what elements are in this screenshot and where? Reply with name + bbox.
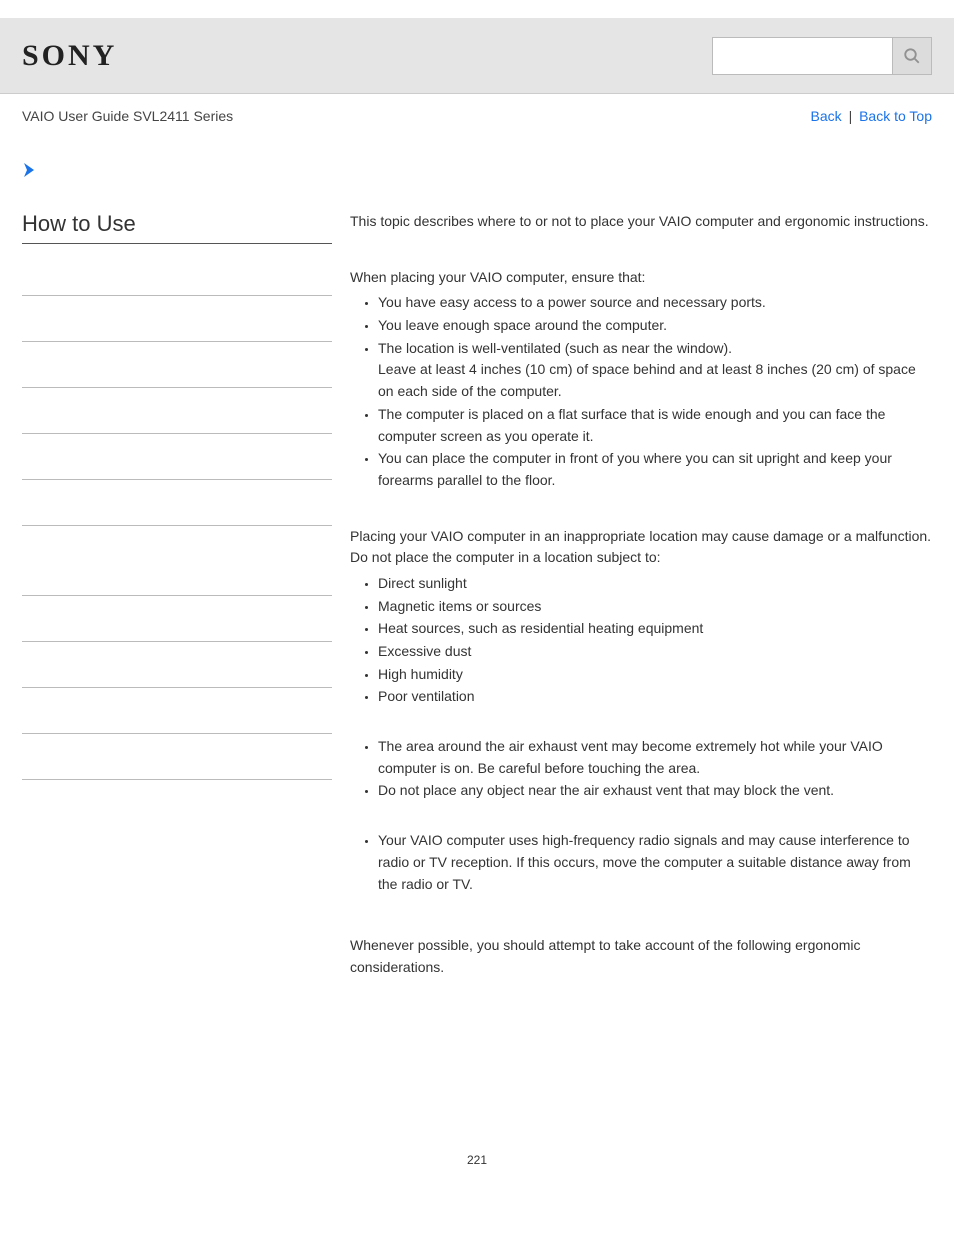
- sidebar-spacer: [22, 526, 332, 550]
- section-intro: Placing your VAIO computer in an inappro…: [350, 526, 932, 569]
- sidebar-item[interactable]: [22, 688, 332, 734]
- list-item: The computer is placed on a flat surface…: [378, 404, 932, 447]
- list-item: You have easy access to a power source a…: [378, 292, 932, 314]
- section-text: Whenever possible, you should attempt to…: [350, 935, 932, 978]
- list-item: High humidity: [378, 664, 932, 686]
- search-icon: [903, 47, 921, 65]
- page-number: 221: [0, 1153, 954, 1167]
- sidebar-nav: [22, 250, 332, 780]
- list-item: You can place the computer in front of y…: [378, 448, 932, 491]
- list-item: Your VAIO computer uses high-frequency r…: [378, 830, 932, 895]
- sub-header: VAIO User Guide SVL2411 Series Back | Ba…: [0, 94, 954, 124]
- sidebar-item[interactable]: [22, 434, 332, 480]
- sidebar-item[interactable]: [22, 250, 332, 296]
- sidebar-item[interactable]: [22, 296, 332, 342]
- sony-logo: SONY: [22, 39, 117, 73]
- sidebar-item[interactable]: [22, 550, 332, 596]
- main-content: How to Use This topic describes where to…: [0, 211, 954, 1013]
- back-to-top-link[interactable]: Back to Top: [859, 108, 932, 124]
- list-item: You leave enough space around the comput…: [378, 315, 932, 337]
- list-item: Poor ventilation: [378, 686, 932, 708]
- section-list: The area around the air exhaust vent may…: [350, 736, 932, 802]
- section-list: Your VAIO computer uses high-frequency r…: [350, 830, 932, 895]
- article-body: This topic describes where to or not to …: [332, 211, 932, 1013]
- list-item: Direct sunlight: [378, 573, 932, 595]
- list-item: Magnetic items or sources: [378, 596, 932, 618]
- header-bar: SONY: [0, 18, 954, 94]
- sidebar-title: How to Use: [22, 211, 332, 244]
- list-item: Do not place any object near the air exh…: [378, 780, 932, 802]
- sidebar-item[interactable]: [22, 480, 332, 526]
- search-button[interactable]: [892, 37, 932, 75]
- top-links: Back | Back to Top: [811, 108, 932, 124]
- breadcrumb: VAIO User Guide SVL2411 Series: [22, 108, 233, 124]
- search-input[interactable]: [712, 37, 892, 75]
- list-item: Heat sources, such as residential heatin…: [378, 618, 932, 640]
- sidebar-item[interactable]: [22, 642, 332, 688]
- sidebar-item[interactable]: [22, 388, 332, 434]
- section-list: Direct sunlight Magnetic items or source…: [350, 573, 932, 708]
- list-item: Excessive dust: [378, 641, 932, 663]
- sidebar-item[interactable]: [22, 342, 332, 388]
- separator: |: [849, 108, 853, 124]
- chevron-row: [0, 124, 954, 183]
- sidebar: How to Use: [22, 211, 332, 1013]
- sidebar-item[interactable]: [22, 596, 332, 642]
- sidebar-item[interactable]: [22, 734, 332, 780]
- section-list: You have easy access to a power source a…: [350, 292, 932, 491]
- back-link[interactable]: Back: [811, 108, 842, 124]
- intro-text: This topic describes where to or not to …: [350, 211, 932, 233]
- list-item: The location is well-ventilated (such as…: [378, 338, 932, 403]
- section-intro: When placing your VAIO computer, ensure …: [350, 267, 932, 289]
- chevron-right-icon[interactable]: [24, 160, 40, 183]
- list-item: The area around the air exhaust vent may…: [378, 736, 932, 779]
- search-area: [712, 37, 932, 75]
